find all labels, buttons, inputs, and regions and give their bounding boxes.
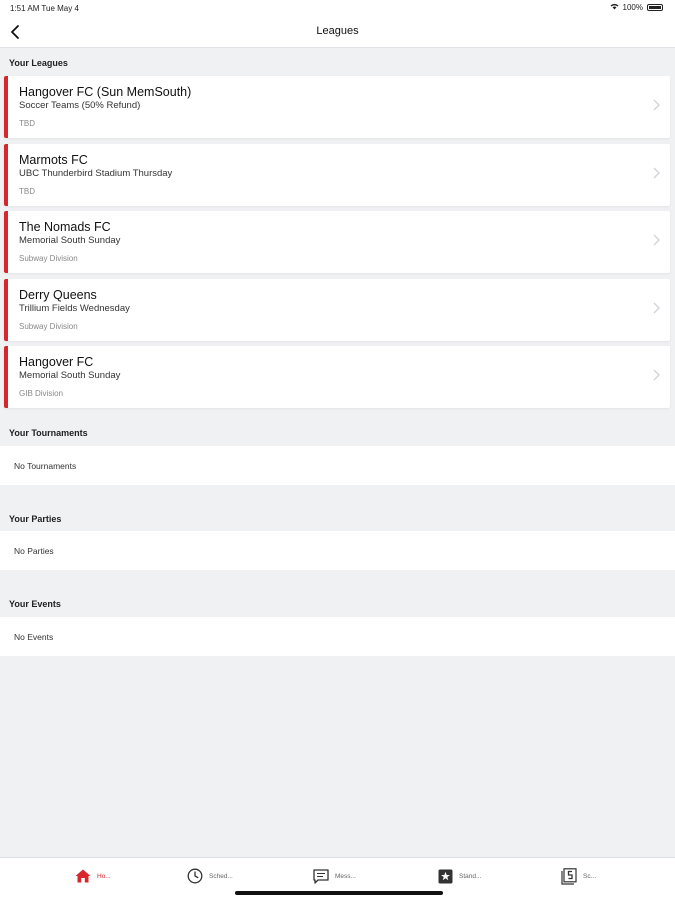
status-time: 1:51 AM Tue May 4 [10,4,79,13]
league-name: Marmots FC [19,153,88,167]
navigation-bar: Leagues [0,16,675,48]
empty-parties-row: No Parties [0,531,675,570]
league-card[interactable]: Marmots FC UBC Thunderbird Stadium Thurs… [4,144,670,206]
page-title: Leagues [316,25,359,37]
empty-tournaments-text: No Tournaments [14,461,77,471]
chevron-right-icon [653,99,660,111]
tab-standings-label: Stand... [459,872,482,880]
tab-messages[interactable]: Mess... [313,866,356,886]
chevron-right-icon [653,302,660,314]
empty-parties-text: No Parties [14,546,54,556]
chevron-right-icon [653,167,660,179]
league-division: TBD [19,119,35,128]
section-header-leagues: Your Leagues [9,58,68,68]
scores-icon [561,867,577,885]
league-location: Soccer Teams (50% Refund) [19,100,141,111]
tab-scores-label: Sc... [583,872,597,880]
league-location: Memorial South Sunday [19,235,121,246]
tab-schedule-label: Sched... [209,872,233,880]
league-name: Hangover FC [19,355,94,369]
league-card[interactable]: The Nomads FC Memorial South Sunday Subw… [4,211,670,273]
league-location: Memorial South Sunday [19,370,121,381]
league-name: Derry Queens [19,288,97,302]
league-name: Hangover FC (Sun MemSouth) [19,85,192,99]
tab-messages-label: Mess... [335,872,356,880]
tab-schedule[interactable]: Sched... [187,866,233,886]
league-division: Subway Division [19,322,78,331]
league-location: Trillium Fields Wednesday [19,303,130,314]
tab-scores[interactable]: Sc... [561,866,596,886]
league-division: GIB Division [19,389,64,398]
wifi-icon [610,3,619,12]
chevron-right-icon [653,234,660,246]
section-header-tournaments: Your Tournaments [9,428,88,438]
section-header-parties: Your Parties [9,514,62,524]
empty-events-text: No Events [14,632,54,642]
league-division: Subway Division [19,254,78,263]
league-card[interactable]: Hangover FC (Sun MemSouth) Soccer Teams … [4,76,670,138]
clock-icon [187,868,203,884]
tab-home-label: Ho... [97,872,111,880]
tab-standings[interactable]: Stand... [438,866,481,886]
home-indicator [235,891,443,895]
star-icon [438,869,453,883]
tab-home[interactable]: Ho... [75,866,111,886]
battery-icon [647,4,663,11]
league-division: TBD [19,187,35,196]
league-card[interactable]: Derry Queens Trillium Fields Wednesday S… [4,279,670,341]
chevron-right-icon [653,369,660,381]
empty-events-row: No Events [0,617,675,656]
league-card[interactable]: Hangover FC Memorial South Sunday GIB Di… [4,346,670,408]
home-icon [75,869,91,883]
message-icon [313,868,329,884]
status-right: 100% [610,3,663,12]
battery-percent: 100% [622,3,643,12]
empty-tournaments-row: No Tournaments [0,446,675,485]
status-bar: 1:51 AM Tue May 4 100% [0,0,675,16]
section-header-events: Your Events [9,599,61,609]
league-location: UBC Thunderbird Stadium Thursday [19,168,173,179]
league-name: The Nomads FC [19,220,111,234]
